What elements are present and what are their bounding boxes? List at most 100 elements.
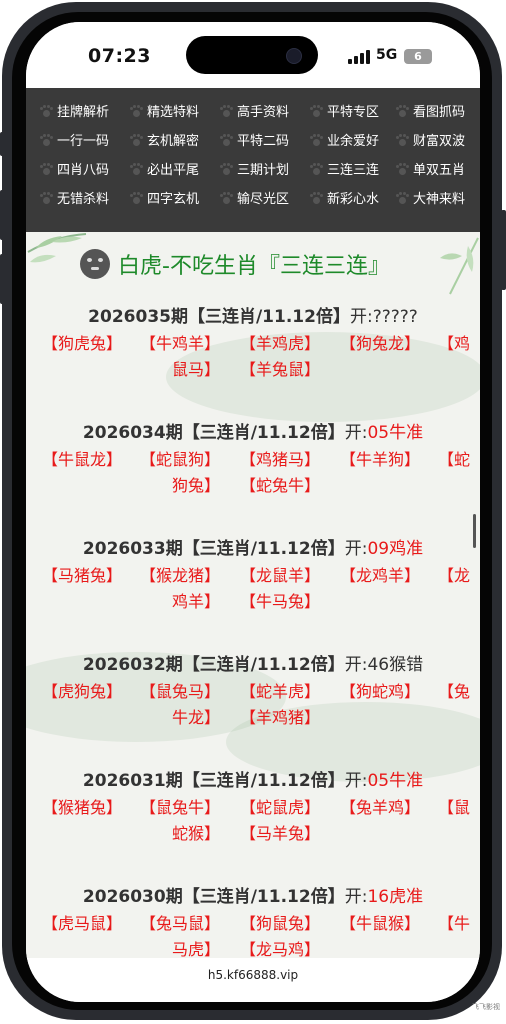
menu-item[interactable]: 四字玄机 xyxy=(130,183,199,212)
prediction-entry: 2026035期【三连肖/11.12倍】开:????? 【狗虎兔】 【牛鸡羊】 【羊鸡… xyxy=(26,302,480,379)
menu-item[interactable]: 新彩心水 xyxy=(310,183,379,212)
zodiac-pick: 【鼠 xyxy=(438,798,471,817)
period-label: 2026032期【三连肖/11.12倍】 xyxy=(82,655,345,675)
menu-item[interactable]: 看图抓码 xyxy=(396,96,465,125)
zodiac-pick: 【蛇 xyxy=(438,450,471,469)
prediction-entry: 2026030期【三连肖/11.12倍】开:16虎准 【虎马鼠】 【兔马鼠】 【狗鼠兔… xyxy=(26,882,480,958)
menu-item-label: 输尽光区 xyxy=(237,192,290,207)
period-label: 2026030期【三连肖/11.12倍】 xyxy=(82,887,345,907)
status-bar: 07:23 5G 6 xyxy=(26,22,480,86)
menu-item[interactable]: 高手资料 xyxy=(220,96,289,125)
menu-item[interactable]: 业余爱好 xyxy=(310,125,379,154)
paw-icon xyxy=(130,191,143,204)
zodiac-pick: 【牛羊狗】 xyxy=(340,450,421,469)
period-label: 2026033期【三连肖/11.12倍】 xyxy=(82,539,345,559)
volume-down-button xyxy=(0,254,5,304)
paw-icon xyxy=(310,191,323,204)
volume-up-button xyxy=(0,190,5,240)
zodiac-pick: 鸡羊】 xyxy=(172,592,221,611)
pick-list: 【狗虎兔】 【牛鸡羊】 【羊鸡虎】 【狗兔龙】 【鸡 鼠马】 【羊兔鼠】 xyxy=(26,330,480,390)
menu-item[interactable]: 四肖八码 xyxy=(40,154,109,183)
zodiac-pick: 牛龙】 xyxy=(172,708,221,727)
action-button xyxy=(0,132,5,156)
menu-item[interactable]: 财富双波 xyxy=(396,125,465,154)
draw-result: 46猴错 xyxy=(367,655,424,675)
menu-item-label: 一行一码 xyxy=(57,134,110,149)
menu-item[interactable]: 三连三连 xyxy=(310,154,379,183)
network-type: 5G xyxy=(376,47,398,63)
menu-item[interactable]: 平特二码 xyxy=(220,125,289,154)
zodiac-pick: 【牛 xyxy=(438,914,471,933)
status-time: 07:23 xyxy=(88,45,151,67)
zodiac-pick: 鼠马】 xyxy=(172,360,221,379)
zodiac-pick: 【牛鼠猴】 xyxy=(340,914,421,933)
pick-list: 【牛鼠龙】 【蛇鼠狗】 【鸡猪马】 【牛羊狗】 【蛇 狗兔】 【蛇兔牛】 xyxy=(26,446,480,506)
zodiac-pick: 【鼠兔马】 xyxy=(140,682,221,701)
paw-icon xyxy=(40,104,53,117)
menu-item-label: 平特二码 xyxy=(237,134,290,149)
menu-item-label: 平特专区 xyxy=(327,105,380,120)
zodiac-pick: 【龙鼠羊】 xyxy=(240,566,321,585)
menu-item[interactable]: 三期计划 xyxy=(220,154,289,183)
zodiac-pick: 【龙 xyxy=(438,566,471,585)
paw-icon xyxy=(396,133,409,146)
watermark: 飞飞影视 xyxy=(472,1003,500,1011)
zodiac-pick: 【羊鸡猪】 xyxy=(240,708,321,727)
page-heading: 白虎-不吃生肖『三连三连』 xyxy=(80,248,390,280)
menu-item-label: 必出平尾 xyxy=(147,163,200,178)
menu-item-label: 新彩心水 xyxy=(327,192,380,207)
zodiac-pick: 【狗兔龙】 xyxy=(340,334,421,353)
zodiac-pick: 狗兔】 xyxy=(172,476,221,495)
menu-item[interactable]: 精选特料 xyxy=(130,96,199,125)
menu-item-label: 四字玄机 xyxy=(147,192,200,207)
zodiac-pick: 【猴龙猪】 xyxy=(140,566,221,585)
menu-item[interactable]: 输尽光区 xyxy=(220,183,289,212)
open-label: 开: xyxy=(344,539,368,559)
entry-header: 2026034期【三连肖/11.12倍】开:05牛准 xyxy=(26,418,480,443)
entry-header: 2026033期【三连肖/11.12倍】开:09鸡准 xyxy=(26,534,480,559)
paw-icon xyxy=(310,162,323,175)
zodiac-pick: 【鼠兔牛】 xyxy=(140,798,221,817)
menu-item[interactable]: 挂牌解析 xyxy=(40,96,109,125)
zodiac-pick: 【虎狗兔】 xyxy=(42,682,123,701)
zodiac-pick: 马虎】 xyxy=(172,940,221,958)
paw-icon xyxy=(220,191,233,204)
paw-icon xyxy=(130,104,143,117)
zodiac-pick: 【鸡 xyxy=(438,334,471,353)
pick-list: 【猴猪兔】 【鼠兔牛】 【蛇鼠虎】 【兔羊鸡】 【鼠 蛇猴】 【马羊兔】 xyxy=(26,794,480,854)
entry-header: 2026031期【三连肖/11.12倍】开:05牛准 xyxy=(26,766,480,791)
menu-item[interactable]: 单双五肖 xyxy=(396,154,465,183)
power-button xyxy=(501,210,506,290)
screen: 07:23 5G 6 挂牌解析 精选特料 高手资料 平特专区 看图抓码一行一码 玄机解密 平… xyxy=(26,22,480,1002)
zodiac-pick: 【猴猪兔】 xyxy=(42,798,123,817)
menu-item-label: 四肖八码 xyxy=(57,163,110,178)
prediction-entry: 2026034期【三连肖/11.12倍】开:05牛准 【牛鼠龙】 【蛇鼠狗】 【鸡猪马… xyxy=(26,418,480,495)
signal-icon xyxy=(348,50,370,64)
menu-item-label: 单双五肖 xyxy=(413,163,466,178)
zodiac-pick: 【牛鼠龙】 xyxy=(42,450,123,469)
menu-item[interactable]: 必出平尾 xyxy=(130,154,199,183)
address-bar[interactable]: h5.kf66888.vip xyxy=(26,958,480,1002)
paw-icon xyxy=(130,162,143,175)
menu-item[interactable]: 大神来料 xyxy=(396,183,465,212)
menu-item[interactable]: 玄机解密 xyxy=(130,125,199,154)
menu-item[interactable]: 一行一码 xyxy=(40,125,109,154)
menu-item-label: 无错杀料 xyxy=(57,192,110,207)
heading-title: 白虎-不吃生肖『三连三连』 xyxy=(118,254,390,279)
battery-icon: 6 xyxy=(404,49,432,64)
zodiac-pick: 【狗鼠兔】 xyxy=(240,914,321,933)
entry-header: 2026030期【三连肖/11.12倍】开:16虎准 xyxy=(26,882,480,907)
menu-item[interactable]: 无错杀料 xyxy=(40,183,109,212)
menu-item-label: 三连三连 xyxy=(327,163,380,178)
menu-item-label: 财富双波 xyxy=(413,134,466,149)
draw-result: 05牛准 xyxy=(367,771,424,791)
menu-item-label: 高手资料 xyxy=(237,105,290,120)
zodiac-pick: 【龙鸡羊】 xyxy=(340,566,421,585)
scrollbar[interactable] xyxy=(473,514,476,548)
zodiac-pick: 【马猪兔】 xyxy=(42,566,123,585)
category-menu: 挂牌解析 精选特料 高手资料 平特专区 看图抓码一行一码 玄机解密 平特二码 业余爱好 财富双波… xyxy=(26,88,480,232)
zodiac-pick: 【羊兔鼠】 xyxy=(240,360,321,379)
menu-item[interactable]: 平特专区 xyxy=(310,96,379,125)
paw-icon xyxy=(396,191,409,204)
draw-result: 05牛准 xyxy=(367,423,424,443)
